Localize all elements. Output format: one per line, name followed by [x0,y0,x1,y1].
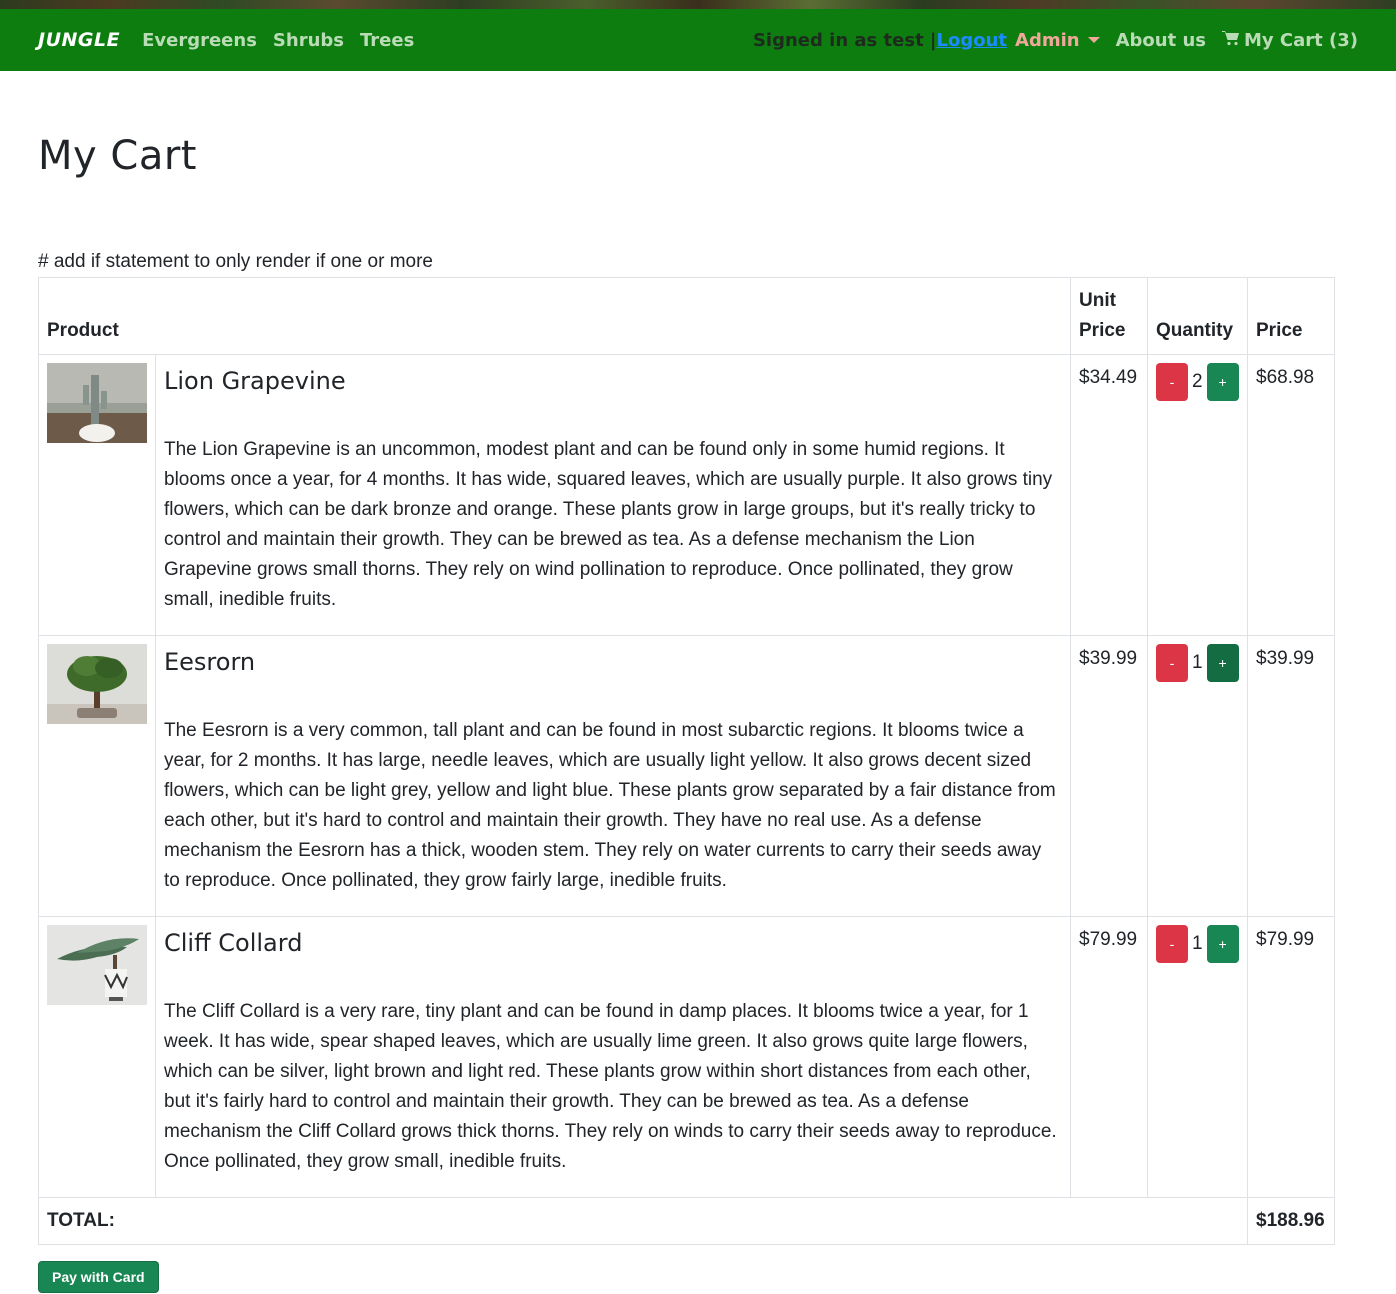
my-cart-label: My Cart (3) [1244,29,1358,51]
admin-label: Admin [1015,29,1080,51]
unit-price: $79.99 [1070,916,1148,1198]
product-description: The Eesrorn is a very common, tall plant… [164,720,1056,891]
brand-logo[interactable]: JUNGLE [38,29,120,51]
product-image-cell [38,916,156,1198]
table-header-row: Product Unit Price Quantity Price [38,277,1335,355]
signed-in-text: Signed in as test | [752,29,937,51]
line-price: $79.99 [1247,916,1335,1198]
product-image[interactable] [47,644,147,724]
product-name: Eesrorn [164,648,256,676]
decrease-quantity-button[interactable]: - [1156,925,1188,963]
shopping-cart-icon [1222,30,1240,51]
header-product: Product [38,277,1071,355]
header-unit-price: Unit Price [1070,277,1148,355]
product-description: The Cliff Collard is a very rare, tiny p… [164,1001,1057,1172]
quantity-cell: - 1 + [1147,916,1248,1198]
decrease-quantity-button[interactable]: - [1156,363,1188,401]
nav-link-shrubs[interactable]: Shrubs [273,30,344,51]
navbar: JUNGLE Evergreens Shrubs Trees Signed in… [0,9,1396,71]
product-info-cell: Cliff Collard The Cliff Collard is a ver… [155,916,1071,1198]
decrease-quantity-button[interactable]: - [1156,644,1188,682]
header-banner-image [0,0,1396,9]
line-price: $68.98 [1247,354,1335,636]
product-image-cell [38,635,156,917]
table-row: Eesrorn The Eesrorn is a very common, ta… [38,635,1335,917]
product-description: The Lion Grapevine is an uncommon, modes… [164,439,1053,610]
admin-dropdown[interactable]: Admin [1015,30,1100,51]
total-value: $188.96 [1247,1197,1335,1245]
product-image[interactable] [47,363,147,443]
quantity-cell: - 2 + [1147,354,1248,636]
product-image-cell [38,354,156,636]
quantity-value: 1 [1192,652,1203,673]
product-name: Cliff Collard [164,929,303,957]
table-row: Cliff Collard The Cliff Collard is a ver… [38,916,1335,1198]
quantity-value: 1 [1192,933,1203,954]
quantity-cell: - 1 + [1147,635,1248,917]
quantity-value: 2 [1192,371,1203,392]
pay-with-card-button[interactable]: Pay with Card [38,1261,159,1293]
cart-table: Product Unit Price Quantity Price Lion G… [38,277,1335,1245]
product-info-cell: Eesrorn The Eesrorn is a very common, ta… [155,635,1071,917]
table-row: Lion Grapevine The Lion Grapevine is an … [38,354,1335,636]
main-content: My Cart # add if statement to only rende… [0,133,1396,1293]
template-note: # add if statement to only render if one… [38,251,433,272]
header-price: Price [1247,277,1335,355]
increase-quantity-button[interactable]: + [1206,644,1239,682]
product-name: Lion Grapevine [164,367,346,395]
product-info-cell: Lion Grapevine The Lion Grapevine is an … [155,354,1071,636]
line-price: $39.99 [1247,635,1335,917]
total-label: TOTAL: [38,1197,1248,1245]
nav-link-about[interactable]: About us [1116,30,1206,51]
increase-quantity-button[interactable]: + [1206,925,1239,963]
header-quantity: Quantity [1147,277,1248,355]
logout-link[interactable]: Logout [937,30,1008,51]
unit-price: $39.99 [1070,635,1148,917]
my-cart-link[interactable]: My Cart (3) [1222,30,1358,51]
increase-quantity-button[interactable]: + [1206,363,1239,401]
product-image[interactable] [47,925,147,1005]
nav-link-evergreens[interactable]: Evergreens [142,30,257,51]
page-title: My Cart [38,133,197,179]
nav-link-trees[interactable]: Trees [360,30,414,51]
caret-down-icon [1087,37,1100,43]
total-row: TOTAL: $188.96 [38,1197,1335,1245]
unit-price: $34.49 [1070,354,1148,636]
